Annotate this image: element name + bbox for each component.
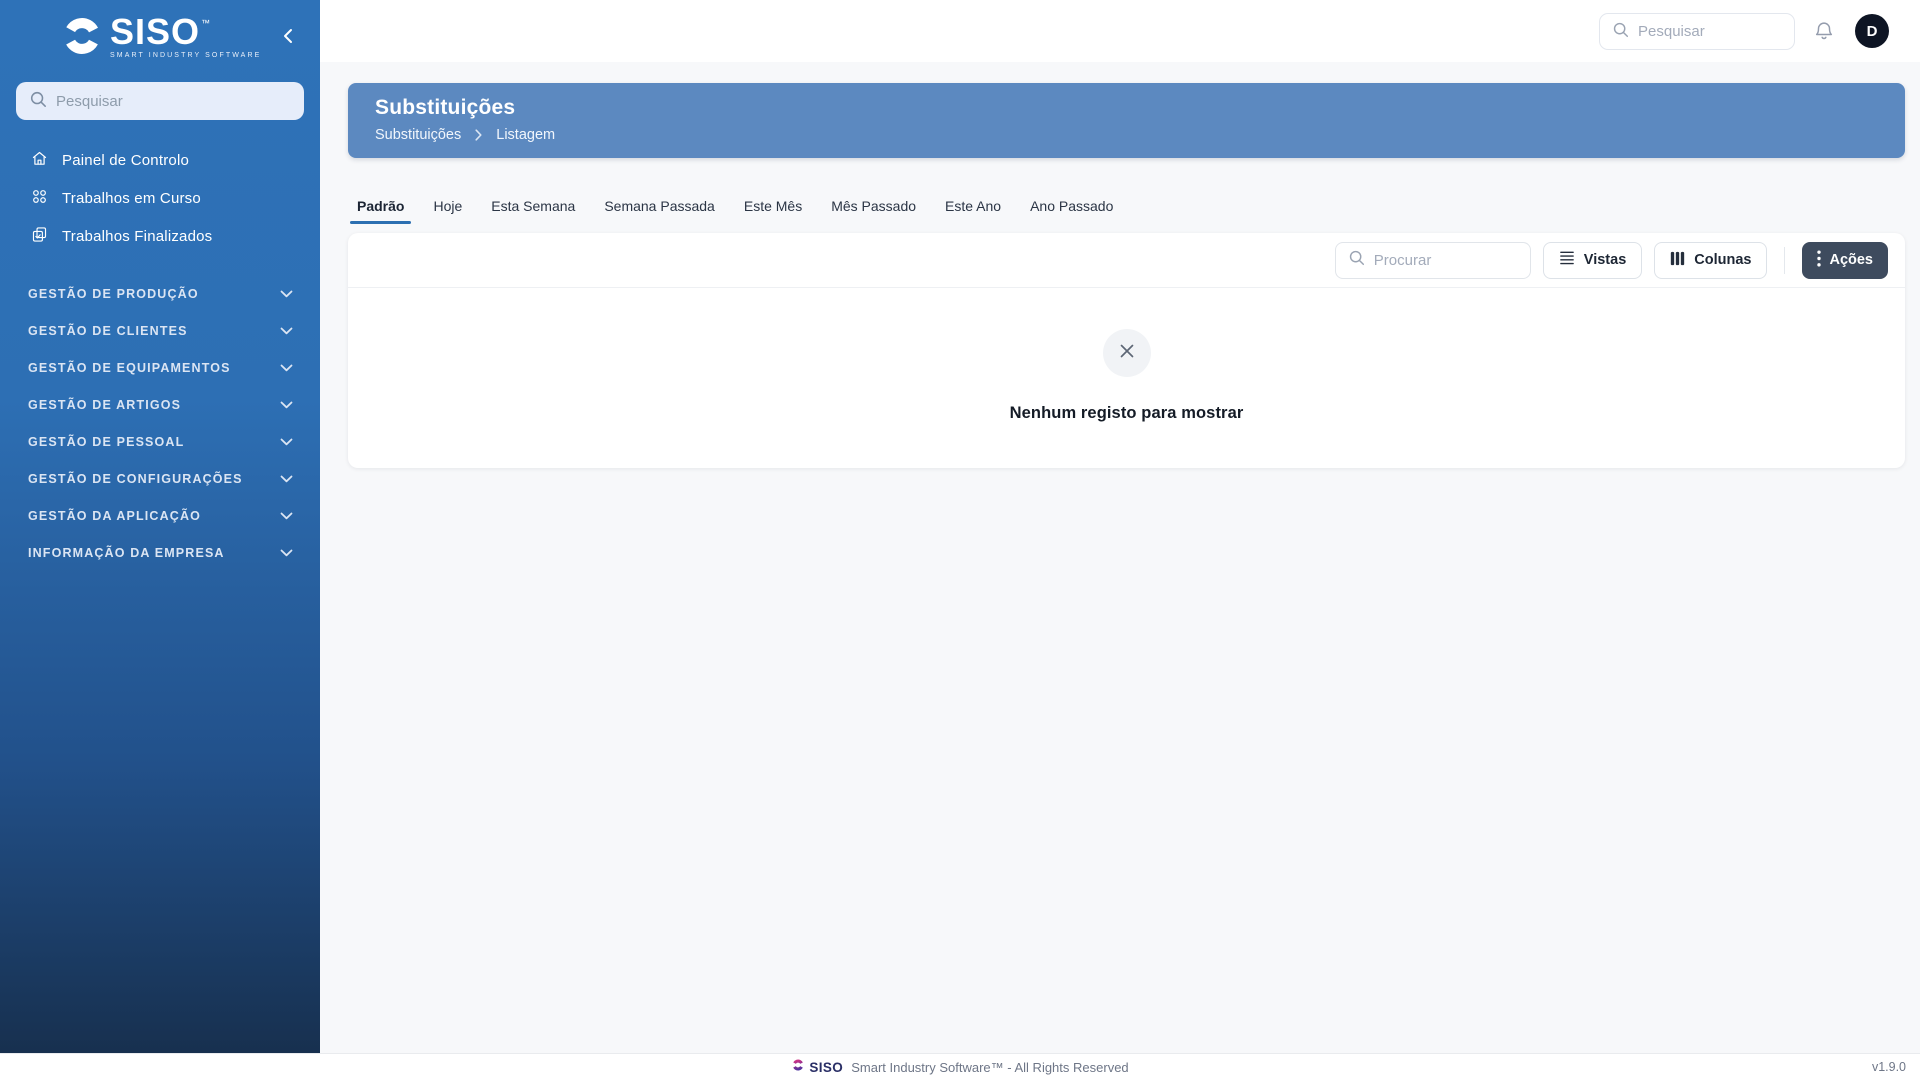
brand-name: SISO: [110, 11, 201, 52]
list-search-input[interactable]: [1373, 251, 1518, 269]
tab-padrao[interactable]: Padrão: [350, 194, 412, 224]
tab-semana-passada[interactable]: Semana Passada: [597, 194, 722, 224]
section-label: GESTÃO DE CONFIGURAÇÕES: [28, 471, 243, 486]
app-version: v1.9.0: [1871, 1060, 1906, 1074]
sidebar-section-gestao-de-equipamentos[interactable]: GESTÃO DE EQUIPAMENTOS: [0, 349, 320, 386]
chevron-down-icon: [280, 322, 293, 340]
columns-label: Colunas: [1694, 252, 1752, 268]
toolbar-divider: [1784, 246, 1786, 274]
chevron-left-icon: [282, 28, 293, 47]
sidebar-sections: GESTÃO DE PRODUÇÃO GESTÃO DE CLIENTES GE…: [0, 275, 320, 571]
main-content: Substituições Substituições Listagem Pad…: [320, 62, 1920, 1053]
close-icon: [1116, 340, 1138, 367]
notifications-button[interactable]: [1813, 19, 1835, 44]
empty-state: Nenhum registo para mostrar: [348, 288, 1905, 423]
tab-esta-semana[interactable]: Esta Semana: [484, 194, 582, 224]
clipboard-check-icon: [31, 226, 48, 247]
app-root: SISO™ SMART INDUSTRY SOFTWARE Paine: [0, 0, 1920, 1080]
actions-button[interactable]: Ações: [1802, 241, 1888, 279]
chevron-down-icon: [280, 433, 293, 451]
chevron-down-icon: [280, 396, 293, 414]
section-label: GESTÃO DE CLIENTES: [28, 323, 188, 338]
list-card: Vistas Colunas Ações: [348, 233, 1905, 468]
user-avatar[interactable]: D: [1855, 14, 1889, 48]
section-label: GESTÃO DA APLICAÇÃO: [28, 508, 202, 523]
global-search: [1599, 13, 1795, 50]
tab-ano-passado[interactable]: Ano Passado: [1023, 194, 1120, 224]
tab-mes-passado[interactable]: Mês Passado: [824, 194, 923, 224]
rows-icon: [1559, 251, 1575, 269]
views-label: Vistas: [1583, 252, 1627, 268]
page-title: Substituições: [375, 96, 516, 119]
sidebar-item-label: Painel de Controlo: [62, 151, 190, 169]
section-label: GESTÃO DE ARTIGOS: [28, 397, 182, 412]
section-label: GESTÃO DE EQUIPAMENTOS: [28, 360, 231, 375]
section-label: GESTÃO DE PRODUÇÃO: [28, 286, 199, 301]
footer: SISO Smart Industry Software™ - All Righ…: [0, 1053, 1920, 1080]
sidebar-item-painel-de-controlo[interactable]: Painel de Controlo: [0, 141, 320, 179]
bell-icon: [1813, 22, 1835, 44]
filter-tabs: Padrão Hoje Esta Semana Semana Passada E…: [350, 194, 1120, 224]
sidebar-item-trabalhos-em-curso[interactable]: Trabalhos em Curso: [0, 179, 320, 217]
columns-icon: [1670, 251, 1685, 270]
footer-brand-name: SISO: [809, 1059, 844, 1075]
section-label: INFORMAÇÃO DA EMPRESA: [28, 545, 225, 560]
kebab-menu-icon: [1817, 249, 1822, 271]
sidebar-search-input[interactable]: [56, 92, 291, 110]
sidebar-section-gestao-de-configuracoes[interactable]: GESTÃO DE CONFIGURAÇÕES: [0, 460, 320, 497]
page-header-card: Substituições Substituições Listagem: [348, 83, 1905, 158]
chevron-down-icon: [280, 544, 293, 562]
section-label: GESTÃO DE PESSOAL: [28, 434, 185, 449]
sidebar-item-label: Trabalhos Finalizados: [62, 227, 213, 245]
search-icon: [1612, 21, 1629, 43]
sidebar-section-informacao-da-empresa[interactable]: INFORMAÇÃO DA EMPRESA: [0, 534, 320, 571]
breadcrumb-current[interactable]: Listagem: [496, 127, 555, 143]
search-icon: [29, 90, 47, 113]
sidebar-section-gestao-de-clientes[interactable]: GESTÃO DE CLIENTES: [0, 312, 320, 349]
columns-button[interactable]: Colunas: [1654, 241, 1768, 279]
chevron-down-icon: [280, 507, 293, 525]
brand-tagline: SMART INDUSTRY SOFTWARE: [110, 52, 262, 59]
views-button[interactable]: Vistas: [1542, 241, 1643, 279]
trademark: ™: [201, 18, 211, 28]
sidebar-item-trabalhos-finalizados[interactable]: Trabalhos Finalizados: [0, 217, 320, 255]
sidebar-section-gestao-de-producao[interactable]: GESTÃO DE PRODUÇÃO: [0, 275, 320, 312]
footer-brand: SISO: [791, 1058, 843, 1077]
siso-logo-icon: [58, 13, 106, 59]
sidebar-search: [16, 82, 304, 120]
tab-hoje[interactable]: Hoje: [426, 194, 469, 224]
topbar: D: [320, 0, 1920, 62]
chevron-down-icon: [280, 470, 293, 488]
global-search-input[interactable]: [1638, 23, 1782, 40]
home-icon: [31, 150, 48, 171]
breadcrumb: Substituições Listagem: [375, 127, 1878, 143]
chevron-right-icon: [475, 129, 482, 141]
search-icon: [1348, 249, 1365, 271]
list-search: [1334, 241, 1531, 279]
sidebar-section-gestao-de-artigos[interactable]: GESTÃO DE ARTIGOS: [0, 386, 320, 423]
brand-logo: SISO™ SMART INDUSTRY SOFTWARE: [0, 0, 320, 59]
sidebar-section-gestao-da-aplicacao[interactable]: GESTÃO DA APLICAÇÃO: [0, 497, 320, 534]
grid-icon: [31, 188, 48, 209]
tab-este-ano[interactable]: Este Ano: [938, 194, 1008, 224]
tab-este-mes[interactable]: Este Mês: [737, 194, 809, 224]
breadcrumb-root[interactable]: Substituições: [375, 127, 461, 143]
sidebar-collapse-button[interactable]: [278, 28, 296, 46]
chevron-down-icon: [280, 285, 293, 303]
empty-state-badge: [1102, 329, 1151, 377]
sidebar: SISO™ SMART INDUSTRY SOFTWARE Paine: [0, 0, 320, 1053]
sidebar-section-gestao-de-pessoal[interactable]: GESTÃO DE PESSOAL: [0, 423, 320, 460]
actions-label: Ações: [1829, 252, 1873, 268]
empty-state-message: Nenhum registo para mostrar: [1009, 404, 1244, 422]
chevron-down-icon: [280, 359, 293, 377]
sidebar-item-label: Trabalhos em Curso: [62, 189, 201, 207]
footer-copyright: Smart Industry Software™ - All Rights Re…: [851, 1059, 1129, 1075]
sidebar-nav: Painel de Controlo Trabalhos em Curso Tr…: [0, 141, 320, 255]
siso-logo-icon: [791, 1058, 805, 1077]
list-toolbar: Vistas Colunas Ações: [348, 233, 1905, 288]
